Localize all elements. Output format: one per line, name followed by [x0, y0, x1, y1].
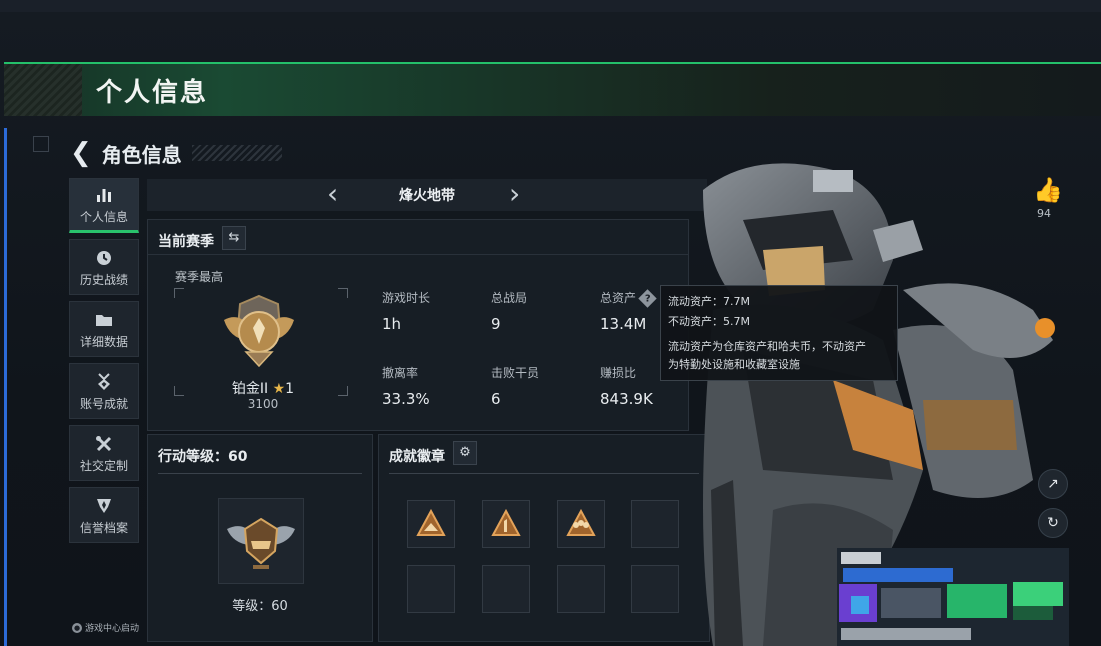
sidebar-item-label: 历史战绩	[79, 272, 128, 287]
action-level-title: 行动等级：60	[158, 449, 248, 465]
sidebar-item-label: 个人信息	[79, 210, 128, 224]
badge-slot[interactable]	[482, 500, 530, 548]
sidebar-item-label: 详细数据	[79, 334, 128, 349]
stat-operators-defeated: 击败干员 6	[491, 364, 539, 408]
season-title: 当前赛季	[158, 234, 214, 250]
badge-triangle-icon	[416, 508, 446, 536]
sidebar-item-social[interactable]: 社交定制	[69, 425, 139, 481]
stat-extraction-rate: 撤离率 33.3%	[382, 364, 430, 408]
stat-label: 击败干员	[491, 366, 540, 380]
refresh-icon[interactable]: ↻	[1038, 508, 1068, 538]
tooltip-description-line1: 流动资产为仓库资产和哈夫币，不动资产	[668, 340, 866, 353]
tools-icon	[96, 435, 112, 451]
share-icon[interactable]: ↗	[1038, 469, 1068, 499]
obscured-player-card	[837, 548, 1069, 646]
asset-tooltip: 流动资产：7.7M 不动资产：5.7M 流动资产为仓库资产和哈夫币，不动资产 为…	[660, 285, 898, 381]
badge-slot-empty[interactable]	[482, 565, 530, 613]
sidebar-item-label: 账号成就	[79, 396, 128, 411]
rank-tier: 铂金II	[231, 381, 269, 397]
stat-label: 总战局	[491, 291, 528, 305]
sidebar-item-label: 社交定制	[79, 458, 128, 473]
rank-score: 3100	[247, 397, 279, 411]
stat-label: 撤离率	[382, 366, 419, 380]
decorative-hatch	[191, 145, 282, 161]
sidebar-item-label: 信誉档案	[79, 520, 128, 535]
back-button[interactable]: ❮ 角色信息	[70, 138, 282, 168]
sidebar: 个人信息 历史战绩 详细数据 账号成就 社交定制 信誉档案	[69, 178, 139, 549]
divider	[158, 473, 362, 474]
stat-label: 游戏时长	[382, 291, 431, 305]
launch-badge-label: 游戏中心启动	[85, 624, 140, 634]
level-emblem-icon	[227, 517, 295, 569]
clock-icon	[97, 250, 111, 265]
swap-icon[interactable]: ⇆	[222, 226, 246, 250]
stat-value: 6	[491, 390, 501, 408]
badge-slot[interactable]	[407, 500, 455, 548]
chevron-left-icon[interactable]: ‹	[327, 179, 338, 209]
sidebar-item-details[interactable]: 详细数据	[69, 301, 139, 357]
chevron-right-icon[interactable]: ›	[509, 179, 520, 209]
section-title: 角色信息	[101, 142, 182, 167]
like-count: 94	[1037, 207, 1051, 220]
star-icon: ★	[272, 381, 286, 397]
rank-name: 铂金II ★1	[208, 378, 318, 398]
stat-value: 9	[491, 315, 501, 333]
shield-icon	[97, 498, 111, 513]
sidebar-item-reputation[interactable]: 信誉档案	[69, 487, 139, 543]
tooltip-liquid-assets: 流动资产：7.7M	[668, 295, 750, 308]
level-caption: 等级：60	[232, 599, 288, 614]
level-emblem-frame	[218, 498, 304, 584]
stat-value: 1h	[382, 315, 402, 333]
tooltip-fixed-assets: 不动资产：5.7M	[668, 315, 750, 328]
action-level-panel: 行动等级：60 等级：60	[147, 434, 373, 642]
sidebar-item-profile[interactable]: 个人信息	[69, 178, 139, 233]
sidebar-item-history[interactable]: 历史战绩	[69, 239, 139, 295]
rank-emblem-icon	[224, 294, 294, 368]
stat-value: 33.3%	[382, 390, 430, 408]
thumbs-up-icon[interactable]: 👍	[1033, 176, 1063, 204]
medal-icon	[98, 372, 110, 390]
folder-icon	[96, 314, 112, 326]
back-arrow-icon: ❮	[70, 138, 92, 168]
left-accent-bar	[4, 128, 7, 646]
season-peak-label: 赛季最高	[175, 270, 224, 284]
decorative-square	[33, 136, 49, 152]
launch-badge: ● 游戏中心启动	[72, 621, 139, 634]
page-title: 个人信息	[96, 78, 209, 108]
sidebar-item-achievements[interactable]: 账号成就	[69, 363, 139, 419]
stat-play-time: 游戏时长 1h	[382, 289, 430, 333]
rank-stars: 1	[285, 381, 295, 397]
mode-name: 烽火地带	[399, 188, 455, 204]
stat-total-matches: 总战局 9	[491, 289, 527, 333]
gear-icon[interactable]: ⚙	[453, 441, 477, 465]
tooltip-description-line2: 为特勤处设施和收藏室设施	[668, 358, 800, 371]
badges-title: 成就徽章	[389, 449, 445, 465]
launch-icon: ●	[72, 622, 82, 633]
badge-number-one-icon	[491, 508, 521, 536]
badge-slot-empty[interactable]	[407, 565, 455, 613]
bar-chart-icon	[97, 189, 111, 202]
